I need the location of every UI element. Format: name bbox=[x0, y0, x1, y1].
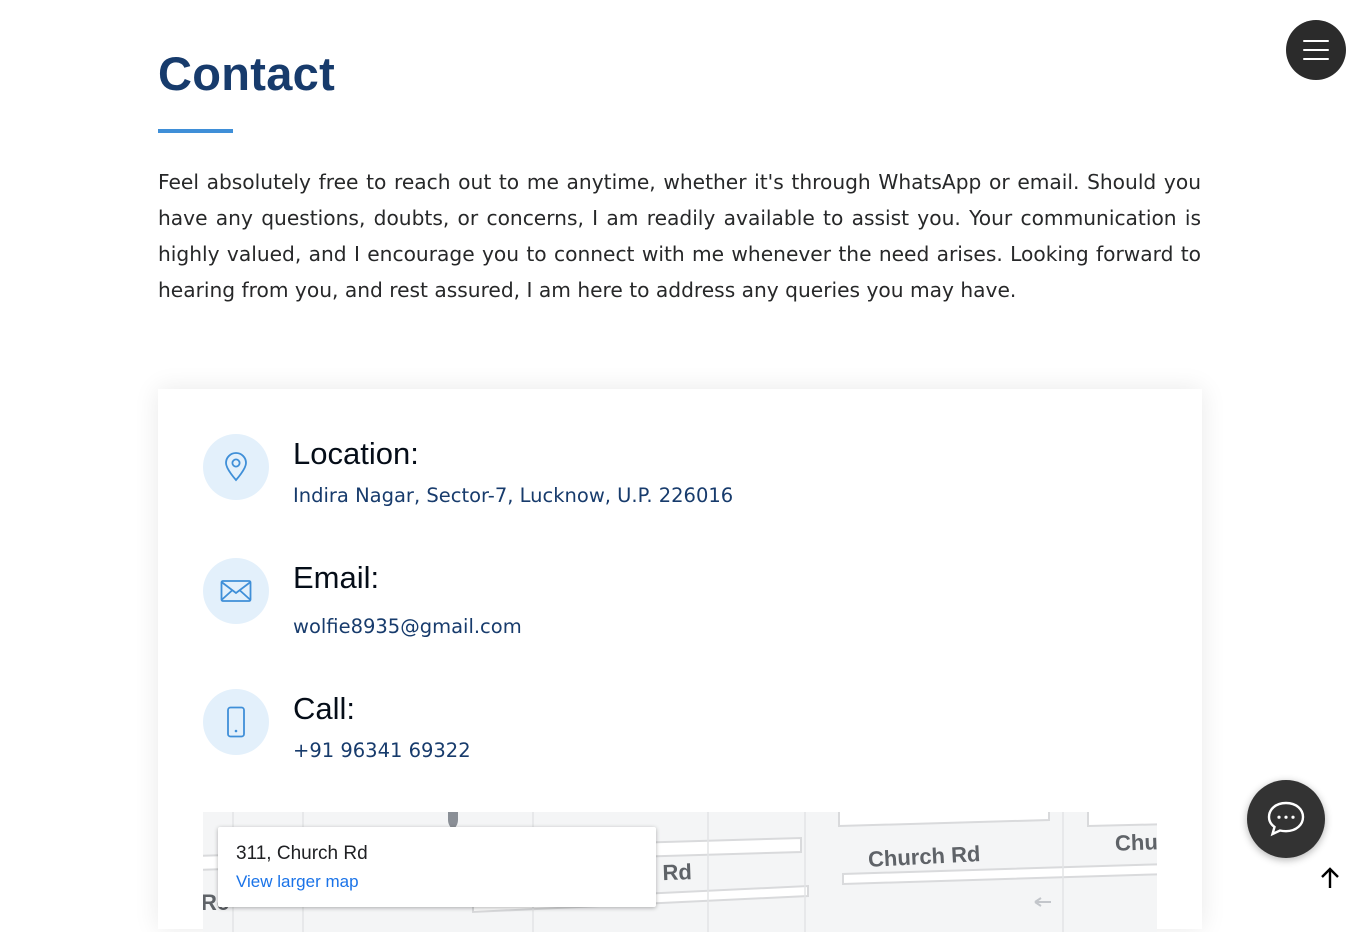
map-place-card: 311, Church Rd View larger map bbox=[218, 827, 656, 907]
email-value[interactable]: wolfie8935@gmail.com bbox=[293, 615, 522, 638]
contact-info-card: Location: Indira Nagar, Sector-7, Luckno… bbox=[158, 389, 1202, 932]
map-place-title: 311, Church Rd bbox=[236, 843, 368, 864]
location-heading: Location: bbox=[293, 436, 419, 471]
chat-bubble-icon bbox=[1267, 801, 1305, 837]
chat-button[interactable] bbox=[1247, 780, 1325, 858]
email-heading: Email: bbox=[293, 560, 380, 595]
menu-toggle-button[interactable] bbox=[1286, 20, 1346, 80]
hamburger-menu-icon bbox=[1303, 40, 1329, 42]
map-street-label: Chu bbox=[1114, 829, 1157, 856]
view-larger-map-link[interactable]: View larger map bbox=[236, 872, 359, 892]
phone-icon bbox=[203, 689, 269, 755]
hamburger-menu-icon-bar bbox=[1303, 58, 1329, 60]
hamburger-menu-icon-bar bbox=[1303, 49, 1329, 51]
location-value: Indira Nagar, Sector-7, Lucknow, U.P. 22… bbox=[293, 484, 734, 507]
call-heading: Call: bbox=[293, 691, 356, 726]
page-title: Contact bbox=[158, 47, 336, 100]
intro-paragraph: Feel absolutely free to reach out to me … bbox=[158, 170, 1201, 302]
arrow-up-icon bbox=[1321, 867, 1339, 888]
back-to-top-button[interactable] bbox=[1316, 864, 1344, 892]
envelope-icon bbox=[203, 558, 269, 624]
embedded-map[interactable]: h Rd Church Rd Chu Rc 311, Church Rd Vie… bbox=[203, 812, 1157, 932]
title-underline bbox=[158, 129, 233, 133]
map-pin-icon bbox=[203, 434, 269, 500]
call-value[interactable]: +91 96341 69322 bbox=[293, 739, 471, 762]
